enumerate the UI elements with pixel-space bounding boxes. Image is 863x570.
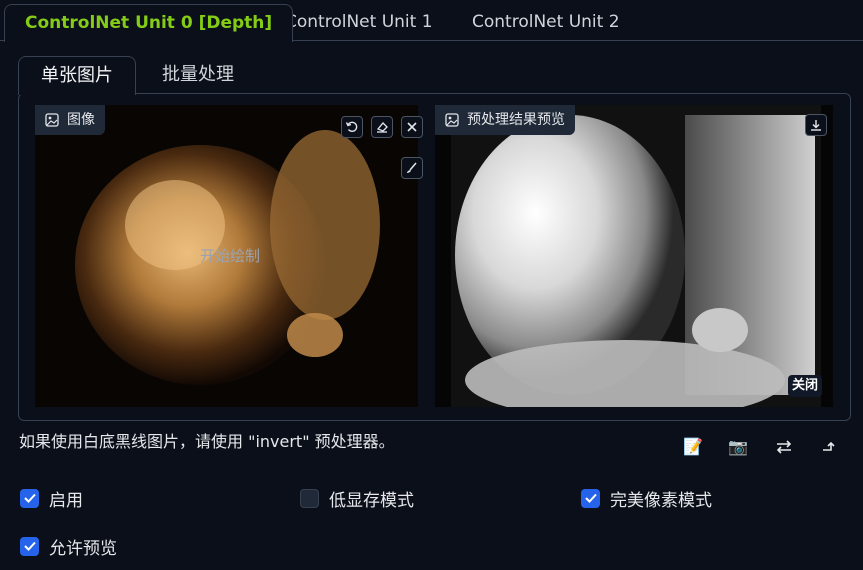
low-vram-checkbox[interactable]: 低显存模式 — [300, 487, 414, 511]
clear-button[interactable] — [401, 116, 423, 138]
image-icon — [445, 113, 459, 127]
invert-hint: 如果使用白底黑线图片，请使用 "invert" 预处理器。 — [19, 432, 395, 451]
enable-label: 启用 — [49, 490, 83, 511]
tab-batch[interactable]: 批量处理 — [140, 56, 256, 94]
pixel-perfect-checkbox[interactable]: 完美像素模式 — [581, 487, 712, 511]
eraser-button[interactable] — [371, 116, 393, 138]
checkbox-on[interactable] — [20, 536, 39, 556]
allow-preview-checkbox[interactable]: 允许预览 — [20, 535, 117, 559]
checkbox-on[interactable] — [581, 488, 600, 508]
image-icon — [45, 113, 59, 127]
unit-tabs: ControlNet Unit 0 [Depth] ControlNet Uni… — [0, 0, 863, 42]
input-image-label-text: 图像 — [67, 112, 95, 128]
draw-hint: 开始绘制 — [200, 247, 261, 265]
tab-single-image[interactable]: 单张图片 — [18, 56, 136, 95]
enable-checkbox[interactable]: 启用 — [20, 487, 83, 511]
preview-image-label: 预处理结果预览 — [435, 105, 575, 135]
swap-icon[interactable] — [773, 436, 795, 458]
brush-button[interactable] — [401, 157, 423, 179]
close-icon — [407, 122, 417, 132]
brush-icon — [407, 162, 417, 173]
camera-icon[interactable]: 📷 — [727, 436, 749, 458]
close-preview-button[interactable]: 关闭 — [788, 375, 823, 397]
checkbox-off[interactable] — [300, 488, 319, 508]
download-icon — [811, 120, 821, 131]
download-button[interactable] — [805, 114, 827, 136]
eraser-icon — [376, 122, 388, 133]
input-image-label: 图像 — [35, 105, 105, 135]
tab-unit-0[interactable]: ControlNet Unit 0 [Depth] — [4, 4, 294, 42]
preview-image — [435, 105, 833, 407]
undo-button[interactable] — [341, 116, 363, 138]
depth-map-image — [435, 105, 833, 407]
undo-icon — [345, 121, 358, 132]
checkbox-on[interactable] — [20, 488, 39, 508]
preview-image-label-text: 预处理结果预览 — [467, 112, 565, 128]
send-up-icon[interactable] — [819, 436, 841, 458]
low-vram-label: 低显存模式 — [329, 490, 414, 511]
pixel-perfect-label: 完美像素模式 — [610, 490, 712, 511]
memo-icon[interactable]: 📝 — [682, 436, 704, 458]
tab-unit-2[interactable]: ControlNet Unit 2 — [452, 4, 640, 41]
allow-preview-label: 允许预览 — [49, 538, 117, 559]
tab-unit-1[interactable]: ControlNet Unit 1 — [265, 4, 453, 41]
